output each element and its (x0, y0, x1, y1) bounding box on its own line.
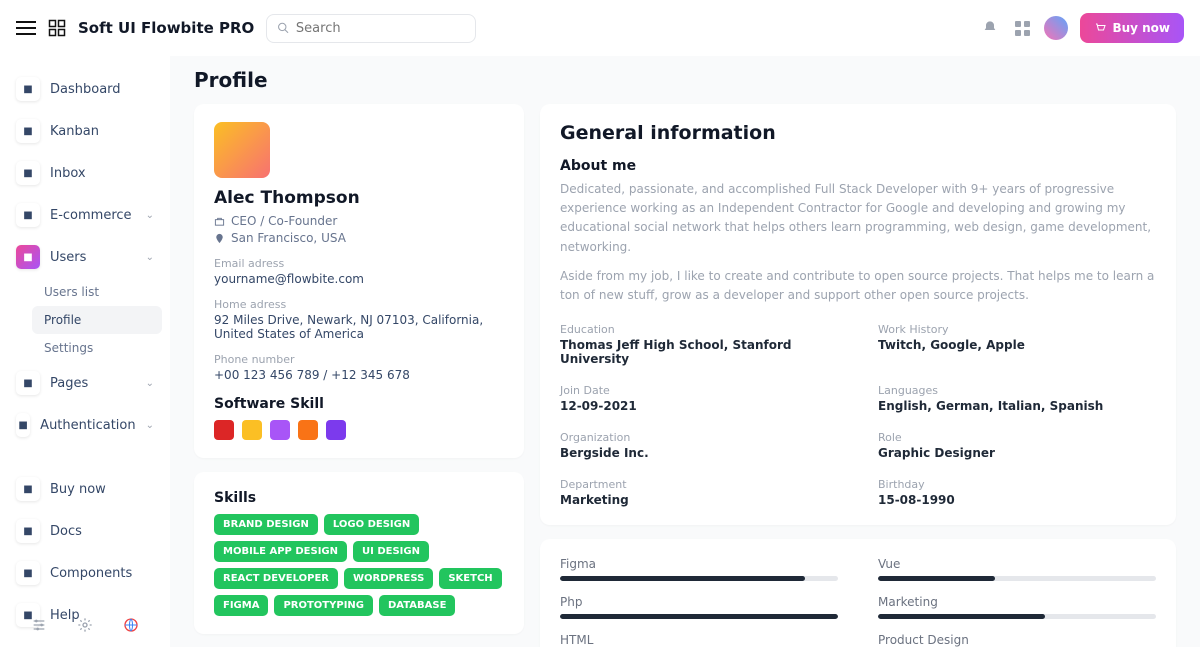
info-work-history: Work HistoryTwitch, Google, Apple (878, 323, 1156, 366)
apps-icon[interactable] (1012, 18, 1032, 38)
profile-photo (214, 122, 270, 178)
profile-role: CEO / Co-Founder (231, 214, 337, 228)
tag[interactable]: FIGMA (214, 595, 268, 616)
sidebar-item-docs[interactable]: ■Docs (8, 510, 162, 552)
logo-icon (48, 19, 66, 37)
tag[interactable]: DATABASE (379, 595, 455, 616)
buy-now-button[interactable]: Buy now (1080, 13, 1184, 43)
software-icons (214, 420, 504, 440)
sidebar-item-buy-now[interactable]: ■Buy now (8, 468, 162, 510)
sidebar-item-pages[interactable]: ■Pages⌄ (8, 362, 162, 404)
sidebar-item-dashboard[interactable]: ■Dashboard (8, 68, 162, 110)
software-icon (326, 420, 346, 440)
progress-php: Php (560, 595, 838, 619)
nav-icon: ■ (16, 77, 40, 101)
topbar: Soft UI Flowbite PRO Buy now (0, 0, 1200, 56)
progress-product-design: Product Design (878, 633, 1156, 647)
cart-icon (1094, 22, 1106, 34)
info-languages: LanguagesEnglish, German, Italian, Spani… (878, 384, 1156, 413)
profile-home: 92 Miles Drive, Newark, NJ 07103, Califo… (214, 313, 504, 341)
chevron-down-icon: ⌄ (146, 252, 154, 263)
sidebar-item-users[interactable]: ■Users⌄ (8, 236, 162, 278)
general-info-card: General information About me Dedicated, … (540, 104, 1176, 525)
info-join-date: Join Date12-09-2021 (560, 384, 838, 413)
location-icon (214, 233, 225, 244)
nav-icon: ■ (16, 203, 40, 227)
nav-icon: ■ (16, 245, 40, 269)
main-content: Profile Alec Thompson CEO / Co-Founder S… (170, 56, 1200, 647)
sidebar-item-components[interactable]: ■Components (8, 552, 162, 594)
info-education: EducationThomas Jeff High School, Stanfo… (560, 323, 838, 366)
tag[interactable]: UI DESIGN (353, 541, 429, 562)
nav-icon: ■ (16, 561, 40, 585)
subnav-users-list[interactable]: Users list (32, 278, 162, 306)
nav-icon: ■ (16, 519, 40, 543)
search-input[interactable] (296, 21, 465, 36)
profile-phone: +00 123 456 789 / +12 345 678 (214, 368, 504, 382)
page-title: Profile (194, 68, 1176, 92)
settings-sliders-icon[interactable] (29, 615, 49, 635)
info-role: RoleGraphic Designer (878, 431, 1156, 460)
nav-icon: ■ (16, 161, 40, 185)
bell-icon[interactable] (980, 18, 1000, 38)
chevron-down-icon: ⌄ (146, 420, 154, 431)
skills-card: Skills BRAND DESIGNLOGO DESIGNMOBILE APP… (194, 472, 524, 634)
profile-name: Alec Thompson (214, 188, 504, 208)
brand-title: Soft UI Flowbite PRO (78, 19, 254, 37)
sidebar-item-authentication[interactable]: ■Authentication⌄ (8, 404, 162, 446)
nav-icon: ■ (16, 371, 40, 395)
progress-marketing: Marketing (878, 595, 1156, 619)
tag[interactable]: BRAND DESIGN (214, 514, 318, 535)
progress-card: FigmaVuePhpMarketingHTMLProduct DesignRe… (540, 539, 1176, 647)
avatar[interactable] (1044, 16, 1068, 40)
subnav-settings[interactable]: Settings (32, 334, 162, 362)
profile-card: Alec Thompson CEO / Co-Founder San Franc… (194, 104, 524, 458)
software-icon (298, 420, 318, 440)
nav-icon: ■ (16, 119, 40, 143)
subnav-profile[interactable]: Profile (32, 306, 162, 334)
info-organization: OrganizationBergside Inc. (560, 431, 838, 460)
software-icon (242, 420, 262, 440)
progress-vue: Vue (878, 557, 1156, 581)
chevron-down-icon: ⌄ (146, 210, 154, 221)
search-box[interactable] (266, 14, 476, 43)
progress-figma: Figma (560, 557, 838, 581)
chevron-down-icon: ⌄ (146, 378, 154, 389)
tag[interactable]: SKETCH (439, 568, 501, 589)
software-icon (214, 420, 234, 440)
search-icon (277, 21, 290, 35)
profile-location: San Francisco, USA (231, 231, 346, 245)
software-icon (270, 420, 290, 440)
tag[interactable]: PROTOTYPING (274, 595, 373, 616)
tag[interactable]: LOGO DESIGN (324, 514, 419, 535)
briefcase-icon (214, 216, 225, 227)
nav-icon: ■ (16, 477, 40, 501)
globe-icon[interactable] (121, 615, 141, 635)
info-department: DepartmentMarketing (560, 478, 838, 507)
gear-icon[interactable] (75, 615, 95, 635)
sidebar-bottom (0, 615, 170, 635)
progress-html: HTML (560, 633, 838, 647)
sidebar-item-e-commerce[interactable]: ■E-commerce⌄ (8, 194, 162, 236)
profile-email: yourname@flowbite.com (214, 272, 504, 286)
sidebar-item-inbox[interactable]: ■Inbox (8, 152, 162, 194)
sidebar: ■Dashboard■Kanban■Inbox■E-commerce⌄■User… (0, 56, 170, 647)
nav-icon: ■ (16, 413, 30, 437)
menu-toggle-icon[interactable] (16, 21, 36, 35)
sidebar-item-kanban[interactable]: ■Kanban (8, 110, 162, 152)
tag[interactable]: WORDPRESS (344, 568, 433, 589)
tag[interactable]: REACT DEVELOPER (214, 568, 338, 589)
tag[interactable]: MOBILE APP DESIGN (214, 541, 347, 562)
info-birthday: Birthday15-08-1990 (878, 478, 1156, 507)
